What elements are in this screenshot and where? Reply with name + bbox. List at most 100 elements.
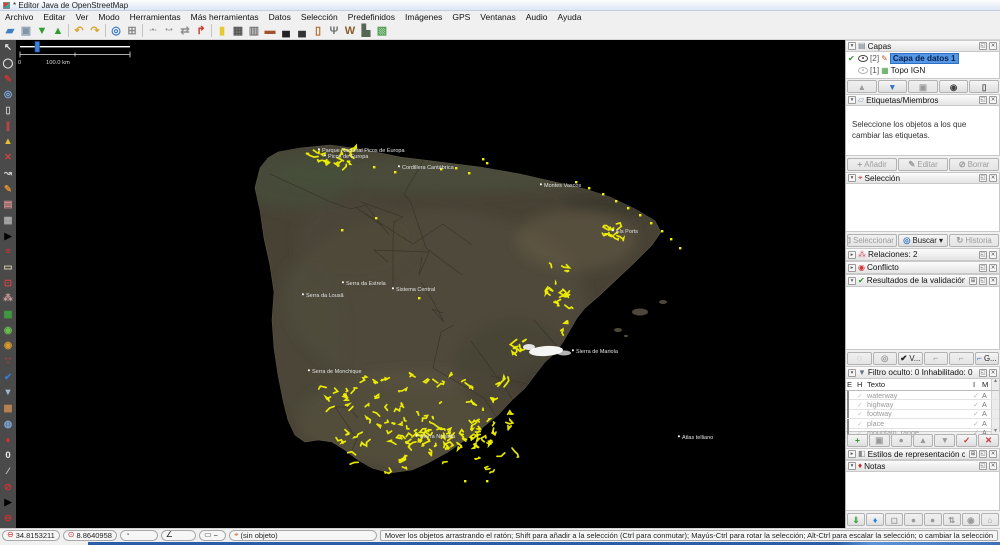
menu-archivo[interactable]: Archivo xyxy=(0,12,38,22)
validator-icon[interactable]: ✔ xyxy=(1,369,16,385)
map-view-icon[interactable]: ▦ xyxy=(1,307,16,323)
filter-up-button[interactable]: ▲ xyxy=(913,434,934,447)
scrollbar-track[interactable] xyxy=(991,410,999,418)
close-icon[interactable]: ✕ xyxy=(989,174,997,182)
menu-ayuda[interactable]: Ayuda xyxy=(553,12,587,22)
validate-button[interactable]: ✔V... xyxy=(898,352,923,365)
collapse-icon[interactable]: ▾ xyxy=(848,277,856,285)
delete-tag-button[interactable]: ⊘Borrar xyxy=(949,158,999,171)
close-icon[interactable]: ✕ xyxy=(989,251,997,259)
layer-down-button[interactable]: ▼ xyxy=(878,80,908,93)
menu-datos[interactable]: Datos xyxy=(264,12,296,22)
autofilter-icon[interactable]: ≡ xyxy=(1,244,16,260)
menu-imagenes[interactable]: Imágenes xyxy=(400,12,447,22)
note-pin-icon[interactable]: ♦ xyxy=(1,432,16,448)
add-tag-button[interactable]: +Añadir xyxy=(847,158,897,171)
edit-filter-button[interactable]: ▣ xyxy=(869,434,890,447)
layer-row[interactable]: ✔[2]✎Capa de datos 1 xyxy=(846,52,999,65)
filter-funnel-icon[interactable]: ▼ xyxy=(1,385,16,401)
zero-counter-icon[interactable]: 0 xyxy=(1,448,16,464)
filter-row[interactable]: ✓highway✓A xyxy=(846,400,999,409)
ignore-error-button[interactable]: ⌐ xyxy=(949,352,974,365)
options-icon[interactable]: ⊞ xyxy=(969,450,977,458)
options-icon[interactable]: ⊞ xyxy=(969,277,977,285)
delete-filter-button[interactable]: ● xyxy=(891,434,912,447)
menu-herramientas[interactable]: Herramientas xyxy=(125,12,186,22)
close-icon[interactable]: ✕ xyxy=(989,462,997,470)
more-tools-icon[interactable]: ▶ xyxy=(1,228,16,244)
merge-layers-icon[interactable]: ◉ xyxy=(1,322,16,338)
layer-up-button[interactable]: ▲ xyxy=(847,80,877,93)
split-way-icon[interactable]: •-• xyxy=(161,23,177,39)
changeset-basket-icon[interactable]: ▩ xyxy=(1,401,16,417)
zoom-icon[interactable]: ◎ xyxy=(108,23,124,39)
selection-mode-button[interactable]: ⊡Seleccionar ▾ xyxy=(847,234,897,247)
filter-row[interactable]: ✓waterway✓A xyxy=(846,391,999,400)
layer-row[interactable]: [1]▦Topo IGN xyxy=(846,65,999,78)
history-button[interactable]: ↻Historia xyxy=(949,234,999,247)
more-panels-icon[interactable]: ▶ xyxy=(1,495,16,511)
collapse-icon[interactable]: ▾ xyxy=(848,174,856,182)
dock-icon[interactable]: ◱ xyxy=(979,42,987,50)
menu-ventanas[interactable]: Ventanas xyxy=(475,12,520,22)
layer-merge-button[interactable]: ▣ xyxy=(908,80,938,93)
collapse-icon[interactable]: ▾ xyxy=(848,369,856,377)
download-icon[interactable]: ▼ xyxy=(34,23,50,39)
preferences-icon[interactable]: ⊞ xyxy=(124,23,140,39)
wall-icon[interactable]: ▬ xyxy=(262,23,278,39)
layers-panel-header[interactable]: ▾ ▤ Capas ◱ ✕ xyxy=(846,40,1000,52)
filter-down-button[interactable]: ▼ xyxy=(934,434,955,447)
select-tool-icon[interactable]: ↖ xyxy=(1,40,16,56)
car-icon[interactable]: ▄ xyxy=(278,23,294,39)
map-canvas[interactable]: Parque Nacional Picos de EuropaPicos de … xyxy=(16,40,845,528)
conflict-panel-header[interactable]: ▸ ◉ Conflicto ◱ ✕ xyxy=(846,261,1000,274)
close-note-button[interactable]: ● xyxy=(904,513,922,526)
save-icon[interactable]: ▣ xyxy=(18,23,34,39)
parallel-way-tool-icon[interactable]: ∥ xyxy=(1,118,16,134)
lasso-tool-icon[interactable]: ◯ xyxy=(1,56,16,72)
menu-audio[interactable]: Audio xyxy=(521,12,553,22)
open-icon[interactable]: ▰ xyxy=(2,23,18,39)
filter-row[interactable]: ✓place✓A xyxy=(846,419,999,428)
parking-icon[interactable]: ▄ xyxy=(294,23,310,39)
tags-panel-header[interactable]: ▾ ▱ Etiquetas/Miembros ◱ ✕ xyxy=(846,94,1000,106)
notes-panel-header[interactable]: ▾ ♦ Notas ◱ ✕ xyxy=(846,460,1000,472)
reverse-way-icon[interactable]: ↱ xyxy=(193,23,209,39)
crossing-icon[interactable]: ▥ xyxy=(246,23,262,39)
layer-visibility-button[interactable]: ◉ xyxy=(939,80,969,93)
close-icon[interactable]: ✕ xyxy=(989,277,997,285)
layer-name[interactable]: Capa de datos 1 xyxy=(890,53,959,64)
relation-editor-icon[interactable]: ⁂ xyxy=(1,291,16,307)
imagery-icon[interactable]: ▧ xyxy=(374,23,390,39)
zoom-field[interactable]: ▭ ~ xyxy=(199,530,226,541)
layer-visibility-icon[interactable] xyxy=(858,67,868,74)
zoom-slider[interactable] xyxy=(20,42,130,53)
add-filter-button[interactable]: + xyxy=(847,434,868,447)
enable-checkbox[interactable] xyxy=(847,400,849,409)
dock-icon[interactable]: ◱ xyxy=(979,174,987,182)
close-icon[interactable]: ✕ xyxy=(989,450,997,458)
zoom-slider-knob[interactable] xyxy=(35,42,40,53)
works-icon[interactable]: ▙ xyxy=(358,23,374,39)
extrude-tool-icon[interactable]: ▤ xyxy=(1,197,16,213)
selection-grab-icon[interactable]: ⊡ xyxy=(1,275,16,291)
download-globe-icon[interactable]: ◍ xyxy=(1,417,16,433)
close-icon[interactable]: ✕ xyxy=(989,42,997,50)
edit-tag-button[interactable]: ✎Editar xyxy=(898,158,948,171)
close-icon[interactable]: ✕ xyxy=(989,96,997,104)
scrollbar-track[interactable] xyxy=(991,391,999,399)
menu-seleccion[interactable]: Selección xyxy=(296,12,343,22)
menu-editar[interactable]: Editar xyxy=(38,12,70,22)
validation-panel-header[interactable]: ▾ ✔ Resultados de la validación ⊞ ◱ ✕ xyxy=(846,274,1000,287)
upload-note-button[interactable]: ◉ xyxy=(962,513,980,526)
undo-icon[interactable]: ↶ xyxy=(71,23,87,39)
waterway-w-icon[interactable]: W xyxy=(342,23,358,39)
dock-icon[interactable]: ◱ xyxy=(979,462,987,470)
hide-checkbox[interactable]: ✓ xyxy=(856,391,866,400)
conflict-dots-icon[interactable]: ∵ xyxy=(1,354,16,370)
collapse-icon[interactable]: ▾ xyxy=(848,96,856,104)
dock-icon[interactable]: ◱ xyxy=(979,96,987,104)
grid-detail-button[interactable]: ⌐G... xyxy=(975,352,1000,365)
search-button[interactable]: ◎Buscar ▾ xyxy=(898,234,948,247)
split-way-tool-icon[interactable]: ✕ xyxy=(1,150,16,166)
